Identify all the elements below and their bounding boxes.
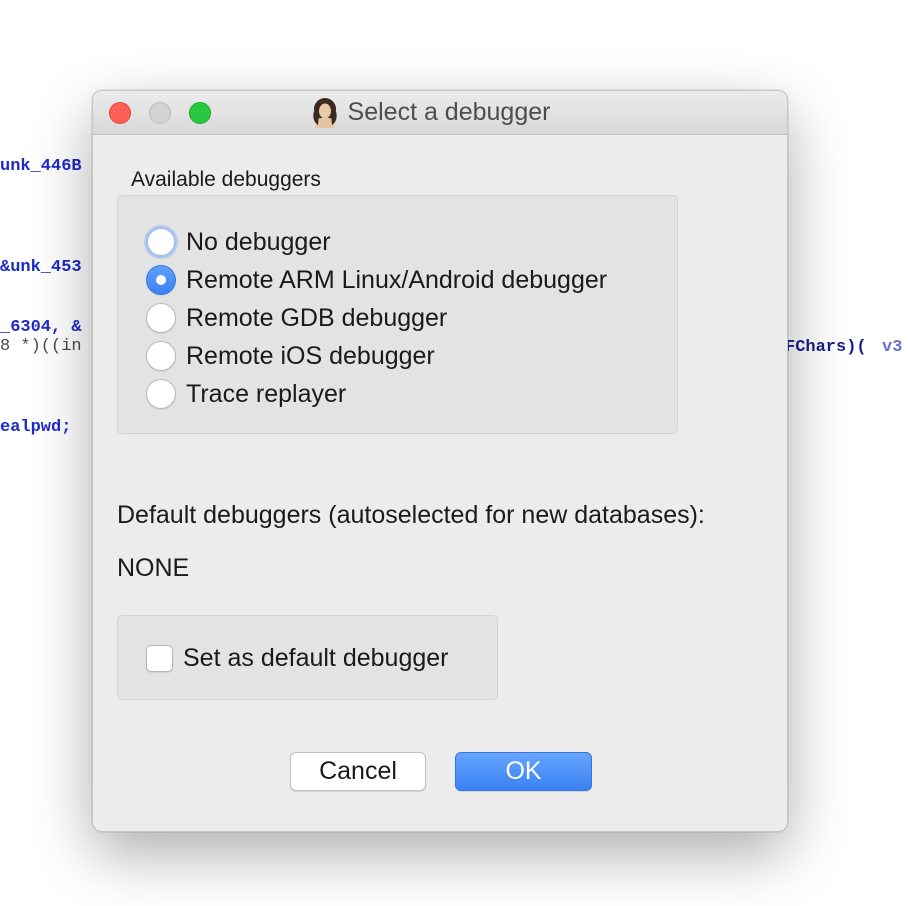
code-fragment: unk_446B [0,157,82,176]
code-fragment: 8 *)((in [0,337,82,356]
option-remote-ios[interactable]: Remote iOS debugger [146,340,435,372]
default-debuggers-heading: Default debuggers (autoselected for new … [117,501,705,529]
option-remote-gdb[interactable]: Remote GDB debugger [146,302,447,334]
radio-button[interactable] [146,265,176,295]
radio-button[interactable] [146,379,176,409]
option-remote-arm-linux-android[interactable]: Remote ARM Linux/Android debugger [146,264,607,296]
set-default-group: Set as default debugger [117,615,498,700]
debugger-options-group: No debugger Remote ARM Linux/Android deb… [117,195,678,434]
ok-button[interactable]: OK [455,752,592,791]
available-debuggers-label: Available debuggers [131,168,321,191]
title-bar[interactable]: Select a debugger [93,91,787,135]
code-fragment: &unk_453 [0,258,82,277]
option-label: Remote ARM Linux/Android debugger [186,265,608,294]
option-label: Trace replayer [186,379,347,408]
set-default-label: Set as default debugger [183,644,449,672]
option-label: No debugger [186,227,331,256]
code-fragment: FChars)( [785,338,867,357]
select-debugger-dialog: Select a debugger Available debuggers No… [92,90,788,832]
set-default-checkbox[interactable] [146,645,173,672]
radio-button[interactable] [146,303,176,333]
option-label: Remote iOS debugger [186,341,435,370]
radio-button[interactable] [146,227,176,257]
ida-app-icon [312,97,337,128]
code-fragment: ealpwd; [0,418,72,437]
set-default-checkbox-row[interactable]: Set as default debugger [146,644,448,673]
code-fragment: v3 [882,338,903,357]
code-fragment: _6304, & [0,318,82,337]
option-no-debugger[interactable]: No debugger [146,226,331,258]
option-label: Remote GDB debugger [186,303,448,332]
option-trace-replayer[interactable]: Trace replayer [146,378,346,410]
dialog-title: Select a debugger [347,98,551,126]
cancel-button[interactable]: Cancel [290,752,426,791]
radio-button[interactable] [146,341,176,371]
default-debuggers-value: NONE [117,554,190,582]
